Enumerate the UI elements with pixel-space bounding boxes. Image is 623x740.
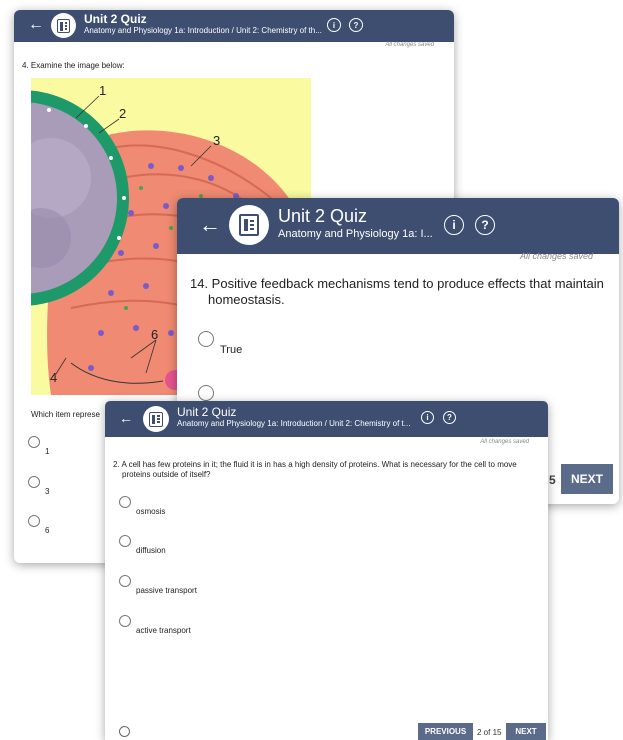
answer-option[interactable]: 3 (45, 487, 49, 496)
figure-label: 4 (50, 370, 57, 385)
quiz-title-text: Unit 2 Quiz (278, 206, 368, 226)
back-arrow-icon[interactable]: ← (119, 410, 133, 426)
quiz-window-front: ← Unit 2 Quiz Anatomy and Physiology 1a:… (105, 401, 548, 740)
quiz-logo-icon (51, 13, 76, 38)
info-icon[interactable]: i (421, 411, 434, 424)
quiz-title-text: Unit 2 Quiz (177, 405, 237, 419)
course-path: Anatomy and Physiology 1a: Introduction … (84, 26, 322, 35)
quiz-title-text: Unit 2 Quiz (84, 12, 147, 26)
quiz-title: Unit 2 Quiz Anatomy and Physiology 1a: I… (278, 206, 438, 240)
answer-radio[interactable] (119, 615, 131, 627)
next-button[interactable]: NEXT (506, 723, 546, 740)
answer-option[interactable]: active transport (136, 626, 191, 635)
page-indicator: 2 of 15 (477, 728, 502, 737)
page-indicator: 5 (549, 473, 556, 487)
help-icon[interactable]: ? (349, 18, 363, 32)
question-text: 2. A cell has few proteins in it; the fl… (113, 460, 517, 479)
back-arrow-icon[interactable]: ← (28, 16, 44, 34)
question-text: 4. Examine the image below: (22, 61, 125, 70)
answer-radio[interactable] (198, 331, 214, 347)
answer-radio[interactable] (119, 535, 131, 547)
quiz-header: ← Unit 2 Quiz Anatomy and Physiology 1a:… (14, 10, 454, 42)
answer-radio[interactable] (119, 575, 131, 587)
answer-option[interactable]: 1 (45, 447, 49, 456)
help-icon[interactable]: ? (475, 215, 495, 235)
answer-option[interactable]: 6 (45, 526, 49, 535)
info-icon[interactable]: i (327, 18, 341, 32)
question-prompt: Which item represe (31, 410, 100, 419)
answer-option[interactable]: diffusion (136, 546, 166, 555)
quiz-header: ← Unit 2 Quiz Anatomy and Physiology 1a:… (177, 198, 619, 254)
answer-option[interactable]: osmosis (136, 507, 165, 516)
answer-radio[interactable] (28, 436, 40, 448)
answer-radio[interactable] (198, 385, 214, 401)
answer-radio[interactable] (28, 515, 40, 527)
info-icon[interactable]: i (444, 215, 464, 235)
figure-label: 2 (119, 106, 126, 121)
answer-option[interactable]: True (220, 344, 242, 356)
course-path: Anatomy and Physiology 1a: I... (278, 228, 433, 240)
figure-label: 1 (99, 83, 106, 98)
quiz-title: Unit 2 Quiz Anatomy and Physiology 1a: I… (84, 12, 324, 35)
question-text: 14. Positive feedback mechanisms tend to… (190, 276, 604, 307)
figure-label: 3 (213, 133, 220, 148)
next-button[interactable]: NEXT (561, 464, 613, 494)
quiz-title: Unit 2 Quiz Anatomy and Physiology 1a: I… (177, 405, 417, 428)
figure-label: 6 (151, 327, 158, 342)
save-status: All changes saved (480, 439, 529, 445)
save-status: All changes saved (385, 42, 434, 48)
previous-button[interactable]: PREVIOUS (418, 723, 473, 740)
quiz-header: ← Unit 2 Quiz Anatomy and Physiology 1a:… (105, 401, 548, 437)
answer-radio[interactable] (119, 496, 131, 508)
save-status: All changes saved (519, 251, 593, 261)
answer-radio[interactable] (28, 476, 40, 488)
help-icon[interactable]: ? (443, 411, 456, 424)
back-arrow-icon[interactable]: ← (199, 212, 221, 238)
quiz-logo-icon (229, 205, 269, 245)
quiz-logo-icon (143, 406, 169, 432)
timer-icon[interactable] (119, 726, 130, 737)
course-path: Anatomy and Physiology 1a: Introduction … (177, 419, 411, 428)
answer-option[interactable]: passive transport (136, 586, 197, 595)
